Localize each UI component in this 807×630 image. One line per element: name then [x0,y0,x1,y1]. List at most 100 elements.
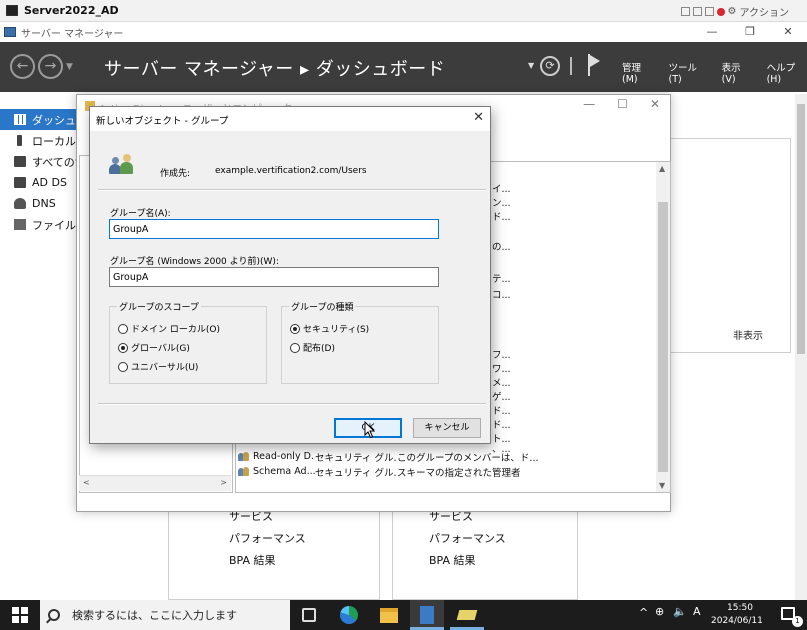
menu-tools[interactable]: ツール(T) [669,60,708,85]
scope-universal-radio[interactable]: ユニバーサル(U) [118,360,198,373]
server-manager-taskbar-icon[interactable] [420,606,434,624]
group-name-pre2000-label: グループ名 (Windows 2000 より前)(W): [110,257,279,267]
back-button[interactable]: ← [10,54,35,79]
group-name-pre2000-input[interactable] [109,267,439,287]
scroll-left-icon[interactable]: < [83,478,90,487]
menu-view[interactable]: 表示(V) [722,60,753,85]
dialog-divider [98,189,486,191]
tile-bpa-link[interactable]: BPA 結果 [229,552,276,568]
aduc-tree-hscrollbar[interactable]: < > [79,475,231,491]
notifications-flag-icon[interactable] [588,54,602,76]
radio-icon [290,342,300,353]
scrollbar-thumb[interactable] [658,202,668,472]
table-row[interactable]: Read-only D... セキュリティ グル... このグループのメンバーは… [238,449,539,464]
file-explorer-icon[interactable] [380,608,398,623]
sidebar-item-ad-ds[interactable]: AD DS [0,172,78,193]
task-view-icon[interactable] [302,608,316,622]
windows-start-icon[interactable] [12,607,28,623]
vm-record-icon[interactable] [716,7,725,16]
radio-checked-icon [290,323,300,334]
aduc-close-button[interactable]: ✕ [650,97,660,111]
group-name-input[interactable] [109,219,439,239]
radio-icon [118,323,128,334]
vm-action-menu[interactable]: アクション [740,4,790,19]
dialog-close-icon[interactable]: ✕ [473,110,484,125]
list-item-fragment: ド... [492,420,511,431]
close-button[interactable]: ✕ [769,22,807,42]
search-icon [48,609,60,621]
clock-date[interactable]: 2024/06/11 [711,616,763,626]
aduc-maximize-button[interactable]: ☐ [617,97,628,111]
server-manager-header: ← → ▼ サーバー マネージャー ▸ ダッシュボード ▼ ⟳ 管理(M) ツー… [0,42,807,92]
server-manager-scrollbar[interactable] [795,94,807,600]
new-group-dialog: 新しいオブジェクト - グループ ✕ 作成先: example.vertific… [89,106,491,444]
edge-browser-icon[interactable] [340,606,358,624]
menu-help[interactable]: ヘルプ(H) [767,60,807,85]
radio-label: ドメイン ローカル(O) [131,325,220,335]
list-item-fragment: メ... [492,378,511,389]
sidebar-item-label: ダッシュボード [32,113,78,127]
tray-overflow-icon[interactable]: ^ [639,606,648,619]
sidebar-item-file-services[interactable]: ファイル サービス [0,214,78,235]
scroll-right-icon[interactable]: > [220,478,227,487]
scope-global-radio[interactable]: グローバル(G) [118,341,190,354]
ime-indicator[interactable]: A [693,605,701,618]
aduc-taskbar-icon[interactable] [456,610,478,620]
list-item-fragment: ド... [492,406,511,417]
sidebar-item-label: すべてのサーバー [32,155,78,169]
forward-button[interactable]: → [38,54,63,79]
vm-gear-icon[interactable]: ⚙ [728,6,737,17]
vm-toolbar: ⚙ アクション [680,4,790,19]
aduc-minimize-button[interactable]: — [583,97,595,111]
scrollbar-thumb[interactable] [797,104,805,354]
hide-link[interactable]: 非表示 [733,327,763,342]
refresh-icon[interactable]: ⟳ [540,56,560,76]
maximize-button[interactable]: ❐ [731,22,769,42]
sidebar-item-dashboard[interactable]: ダッシュボード [0,109,78,130]
scroll-down-icon[interactable]: ▼ [659,481,665,490]
servers-icon [14,156,26,167]
type-distribution-radio[interactable]: 配布(D) [290,341,335,354]
header-divider [570,57,572,75]
tile-performance-link[interactable]: パフォーマンス [229,530,306,546]
server-icon [17,135,22,146]
radio-checked-icon [118,342,128,353]
scope-domain-local-radio[interactable]: ドメイン ローカル(O) [118,322,220,335]
sidebar-item-dns[interactable]: DNS [0,193,78,214]
list-item-fragment: コ... [492,290,511,301]
clock-time[interactable]: 15:50 [727,603,753,613]
type-security-radio[interactable]: セキュリティ(S) [290,322,369,335]
history-dropdown-icon[interactable]: ▼ [66,62,73,72]
tile-bpa-link[interactable]: BPA 結果 [429,552,476,568]
group-scope-box: グループのスコープ ドメイン ローカル(O) グローバル(G) ユニバーサル(U… [109,300,267,384]
group-icon [238,451,250,462]
list-item-fragment: イ... [492,184,511,195]
tile-performance-link[interactable]: パフォーマンス [429,530,506,546]
page-breadcrumb: サーバー マネージャー ▸ ダッシュボード [104,59,446,80]
network-globe-icon[interactable]: ⊕ [655,605,664,618]
vm-fullscreen-icon[interactable] [680,7,690,16]
notification-count-badge: 1 [792,616,803,627]
row-name: Schema Ad... [253,466,315,477]
vm-title: Server2022_AD [24,4,119,17]
group-type-box: グループの種類 セキュリティ(S) 配布(D) [281,300,439,384]
aduc-window-controls: — ☐ ✕ [583,97,660,111]
list-item-fragment: テ... [492,274,511,285]
volume-muted-icon[interactable]: 🔈 [673,605,687,618]
vm-settings-icon[interactable] [704,7,714,16]
minimize-button[interactable]: — [693,22,731,42]
menu-manage[interactable]: 管理(M) [622,60,655,85]
users-group-icon [109,153,135,177]
taskbar-search[interactable]: 検索するには、ここに入力します [40,600,290,630]
scroll-up-icon[interactable]: ▲ [659,164,665,173]
ad-ds-icon [14,177,26,188]
aduc-list-vscrollbar[interactable]: ▲ ▼ [656,162,670,492]
server-manager-sidebar: ダッシュボード ローカル サーバー すべてのサーバー AD DS DNS ファイ… [0,109,78,235]
sidebar-item-all-servers[interactable]: すべてのサーバー [0,151,78,172]
vm-snapshot-icon[interactable] [692,7,702,16]
list-item-fragment: フ... [492,350,511,361]
table-row[interactable]: Schema Ad... セキュリティ グル... スキーマの指定された管理者 [238,464,521,479]
sidebar-item-local-server[interactable]: ローカル サーバー [0,130,78,151]
cancel-button[interactable]: キャンセル [413,418,481,438]
refresh-dropdown-icon[interactable]: ▼ [528,61,534,70]
